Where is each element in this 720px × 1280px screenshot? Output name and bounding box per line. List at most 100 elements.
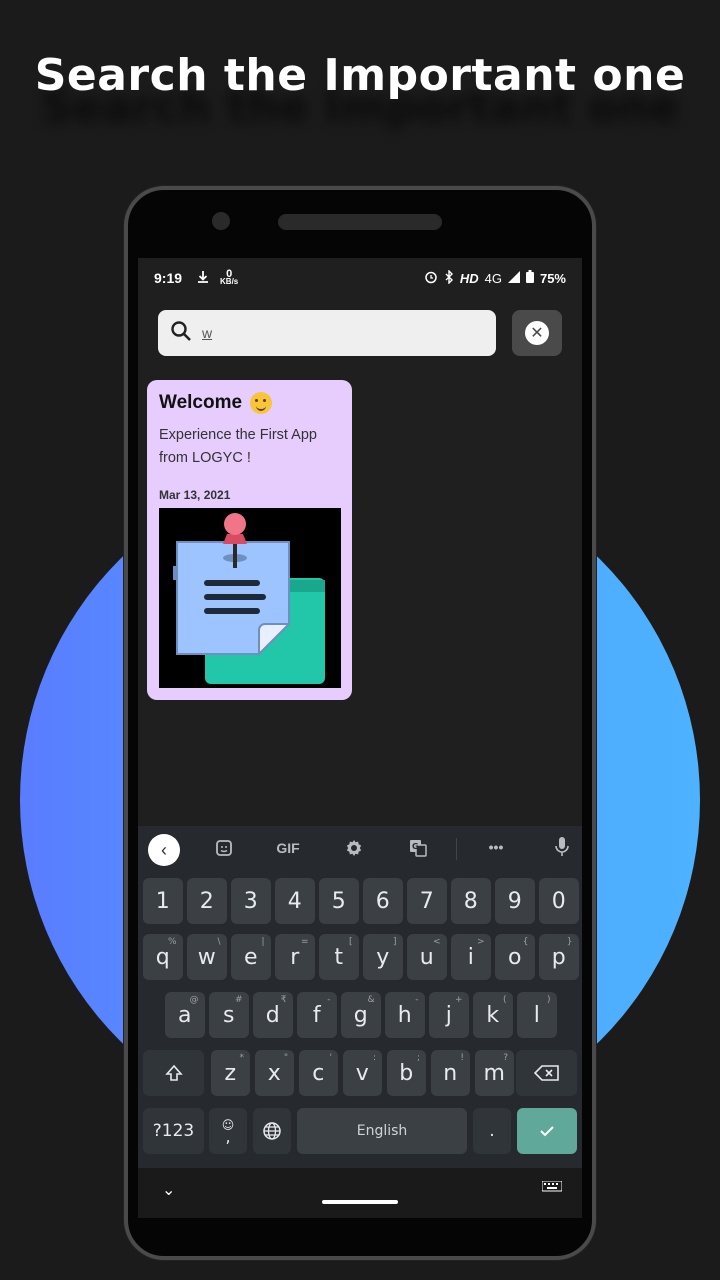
sticker-icon[interactable]: [204, 838, 244, 861]
key-o[interactable]: o{: [495, 934, 535, 980]
key-j[interactable]: j +: [429, 992, 469, 1038]
toolbar-divider: [456, 838, 457, 860]
key-p[interactable]: p}: [539, 934, 579, 980]
clear-search-button[interactable]: ✕: [512, 310, 562, 356]
key-t[interactable]: t[: [319, 934, 359, 980]
hd-label: HD: [459, 270, 479, 286]
soft-keyboard: ‹ GIF G ••• 1 2 3 4 5 6 7 8 9 0 q% w \ e | r = t[y] u < i > o{…: [138, 826, 582, 1168]
microphone-icon[interactable]: [542, 836, 582, 861]
key-s-secondary: #: [234, 995, 243, 1005]
bluetooth-icon: [444, 268, 454, 287]
key-v[interactable]: v:: [342, 1050, 382, 1096]
globe-icon: [263, 1122, 281, 1140]
search-query[interactable]: w: [202, 325, 212, 341]
home-handle[interactable]: [322, 1200, 398, 1204]
backspace-key[interactable]: [516, 1050, 577, 1096]
key-z-secondary: *: [239, 1053, 245, 1063]
key-x-label: x: [267, 1060, 281, 1086]
emoji-comma-key[interactable]: ☺,: [209, 1108, 247, 1154]
key-g[interactable]: g &: [341, 992, 381, 1038]
key-x[interactable]: x ": [254, 1050, 294, 1096]
key-7[interactable]: 7: [407, 878, 447, 924]
network-speed-unit: KB/s: [220, 277, 239, 286]
note-card[interactable]: Welcome Experience the First App from LO…: [147, 380, 352, 700]
chevron-left-icon[interactable]: ‹: [148, 834, 180, 866]
key-1[interactable]: 1: [143, 878, 183, 924]
key-6-label: 6: [375, 888, 390, 914]
key-y[interactable]: y]: [363, 934, 403, 980]
space-key[interactable]: English: [297, 1108, 467, 1154]
key-r[interactable]: r =: [275, 934, 315, 980]
key-e[interactable]: e |: [231, 934, 271, 980]
key-b[interactable]: b;: [386, 1050, 426, 1096]
period-key[interactable]: .: [473, 1108, 511, 1154]
key-b-secondary: ;: [416, 1053, 420, 1063]
key-4[interactable]: 4: [275, 878, 315, 924]
period-key-label: .: [489, 1121, 495, 1141]
status-right: HD 4G 75%: [424, 268, 566, 287]
note-date: Mar 13, 2021: [159, 488, 231, 502]
key-0[interactable]: 0: [539, 878, 579, 924]
key-m[interactable]: m?: [474, 1050, 514, 1096]
shift-key[interactable]: [143, 1050, 204, 1096]
key-1-label: 1: [155, 888, 170, 914]
key-d[interactable]: d ₹: [253, 992, 293, 1038]
speaker-grille: [278, 214, 442, 230]
key-9-label: 9: [507, 888, 522, 914]
chevron-down-icon[interactable]: ⌄: [162, 1180, 175, 1200]
key-l[interactable]: l): [517, 992, 557, 1038]
key-h[interactable]: h-: [385, 992, 425, 1038]
key-r-label: r: [290, 944, 300, 970]
download-icon: [196, 270, 210, 287]
keyboard-toolbar: ‹ GIF G •••: [138, 826, 582, 872]
translate-icon[interactable]: G: [398, 838, 438, 861]
symbols-key-label: ?123: [152, 1121, 195, 1141]
key-y-label: y: [376, 944, 390, 970]
key-k[interactable]: k(: [473, 992, 513, 1038]
key-i[interactable]: i >: [451, 934, 491, 980]
svg-text:G: G: [412, 842, 419, 851]
key-6[interactable]: 6: [363, 878, 403, 924]
key-n[interactable]: n!: [430, 1050, 470, 1096]
key-5[interactable]: 5: [319, 878, 359, 924]
key-5-label: 5: [331, 888, 346, 914]
key-7-label: 7: [419, 888, 434, 914]
status-time: 9:19: [154, 270, 183, 286]
key-n-secondary: !: [460, 1053, 464, 1063]
key-3[interactable]: 3: [231, 878, 271, 924]
key-k-secondary: (: [502, 995, 507, 1005]
alarm-icon: [424, 270, 438, 287]
search-input[interactable]: w: [158, 310, 496, 356]
more-options-icon[interactable]: •••: [476, 839, 516, 855]
key-q-label: q: [155, 944, 170, 970]
key-f[interactable]: f-: [297, 992, 337, 1038]
key-a[interactable]: a @: [165, 992, 205, 1038]
key-8[interactable]: 8: [451, 878, 491, 924]
headline: Search the Important one: [34, 50, 686, 101]
key-d-secondary: ₹: [280, 995, 287, 1005]
key-u[interactable]: u <: [407, 934, 447, 980]
key-u-secondary: <: [432, 937, 441, 947]
key-j-label: j: [445, 1002, 452, 1028]
symbols-key[interactable]: ?123: [143, 1108, 204, 1154]
key-o-label: o: [508, 944, 522, 970]
enter-key[interactable]: [517, 1108, 577, 1154]
key-s[interactable]: s #: [209, 992, 249, 1038]
shift-icon: [164, 1064, 183, 1081]
key-q[interactable]: q%: [143, 934, 183, 980]
gif-button[interactable]: GIF: [268, 840, 308, 856]
key-c-label: c: [312, 1060, 325, 1086]
key-a-secondary: @: [189, 995, 199, 1005]
camera-icon: [212, 212, 230, 230]
key-9[interactable]: 9: [495, 878, 535, 924]
status-bar: 9:19 0 KB/s HD 4G 75%: [138, 258, 582, 298]
key-c[interactable]: c ': [298, 1050, 338, 1096]
keyboard-switch-icon[interactable]: [541, 1180, 563, 1196]
key-b-label: b: [399, 1060, 414, 1086]
key-z[interactable]: z *: [210, 1050, 250, 1096]
language-key[interactable]: [253, 1108, 291, 1154]
key-g-secondary: &: [367, 995, 375, 1005]
gear-icon[interactable]: [334, 838, 374, 861]
key-2[interactable]: 2: [187, 878, 227, 924]
key-w[interactable]: w \: [187, 934, 227, 980]
